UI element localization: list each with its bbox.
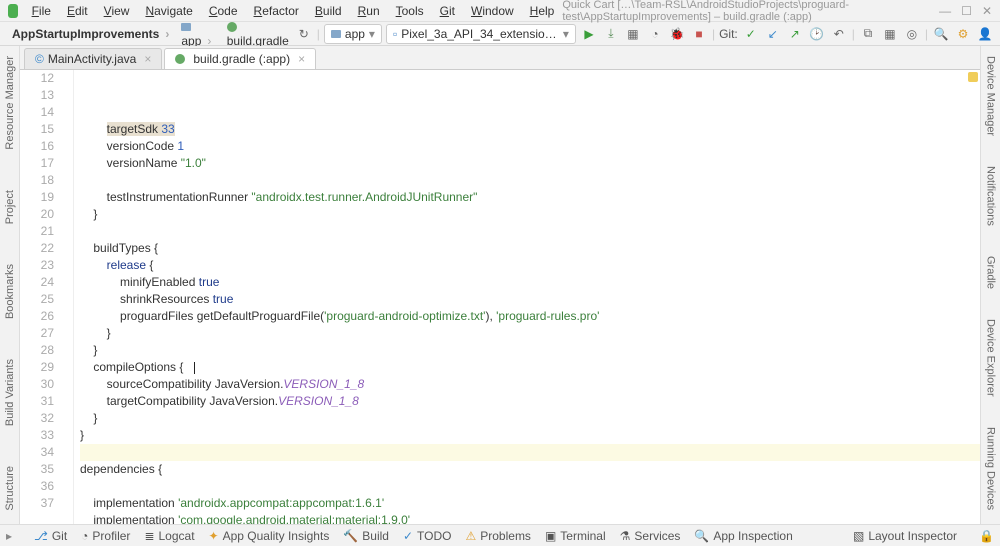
- menu-build[interactable]: Build: [307, 2, 350, 20]
- right-tool-strip: Device Manager Notifications Gradle Devi…: [980, 46, 1000, 524]
- nav-toolbar: AppStartupImprovements app build.gradle …: [0, 22, 1000, 46]
- settings-icon[interactable]: ⚙: [954, 25, 972, 43]
- line-gutter: 1213141516171819202122232425262728293031…: [20, 70, 62, 524]
- menu-window[interactable]: Window: [463, 2, 522, 20]
- folder-icon: [181, 23, 191, 31]
- menu-edit[interactable]: Edit: [59, 2, 96, 20]
- sb-todo[interactable]: ✓TODO: [403, 529, 452, 543]
- module-selector[interactable]: app▾: [324, 24, 382, 44]
- sb-inspect[interactable]: 🔍App Inspection: [694, 529, 792, 543]
- sb-git[interactable]: ⎇Git: [34, 529, 67, 543]
- stop-button[interactable]: ■: [690, 25, 708, 43]
- avatar-icon[interactable]: 👤: [976, 25, 994, 43]
- close-icon[interactable]: ×: [298, 52, 305, 66]
- tool-resource-manager[interactable]: Resource Manager: [4, 56, 16, 150]
- tool-structure[interactable]: Structure: [4, 466, 16, 511]
- tab-main-activity[interactable]: ©MainActivity.java×: [24, 48, 162, 69]
- git-push-icon[interactable]: ↗: [786, 25, 804, 43]
- lock-icon[interactable]: 🔒: [979, 529, 994, 543]
- code-editor[interactable]: 1213141516171819202122232425262728293031…: [20, 70, 980, 524]
- tool-device-explorer[interactable]: Device Explorer: [985, 319, 997, 397]
- tool-running-devices[interactable]: Running Devices: [985, 427, 997, 510]
- attach-button[interactable]: 🐞: [668, 25, 686, 43]
- tool-notifications[interactable]: Notifications: [985, 166, 997, 226]
- editor-tabs: ©MainActivity.java× build.gradle (:app)×: [20, 46, 980, 70]
- sync-icon[interactable]: ↻: [295, 25, 313, 43]
- sb-build[interactable]: 🔨Build: [343, 529, 389, 543]
- tab-build-gradle[interactable]: build.gradle (:app)×: [164, 48, 316, 69]
- git-history-icon[interactable]: 🕑: [808, 25, 826, 43]
- menu-tools[interactable]: Tools: [388, 2, 432, 20]
- sb-terminal[interactable]: ▣Terminal: [545, 529, 606, 543]
- menu-git[interactable]: Git: [432, 2, 463, 20]
- window-title: Quick Cart […\Team-RSL\AndroidStudioProj…: [562, 0, 929, 23]
- git-pull-icon[interactable]: ↙: [764, 25, 782, 43]
- sb-layout-inspector[interactable]: ▧Layout Inspector: [853, 529, 957, 543]
- menu-file[interactable]: File: [24, 2, 59, 20]
- menu-run[interactable]: Run: [350, 2, 388, 20]
- tool-gradle[interactable]: Gradle: [985, 256, 997, 289]
- code-area[interactable]: targetSdk 33 versionCode 1 versionName "…: [74, 70, 980, 524]
- layers-icon[interactable]: ⧉: [859, 25, 877, 43]
- crumb-module[interactable]: app: [175, 18, 220, 50]
- gradle-icon: [227, 22, 237, 32]
- minimize-icon[interactable]: —: [939, 4, 951, 18]
- sb-problems[interactable]: ⚠Problems: [465, 529, 530, 543]
- sb-profiler[interactable]: ◔Profiler: [81, 529, 130, 543]
- menu-help[interactable]: Help: [522, 2, 563, 20]
- close-icon[interactable]: ✕: [982, 4, 992, 18]
- tool-windows-icon[interactable]: ▸: [6, 529, 20, 543]
- sb-logcat[interactable]: ≣Logcat: [144, 529, 194, 543]
- device-selector[interactable]: ▫Pixel_3a_API_34_extension_level_7_x86…▾: [386, 24, 576, 44]
- tool-project[interactable]: Project: [4, 190, 16, 224]
- menu-view[interactable]: View: [96, 2, 138, 20]
- git-revert-icon[interactable]: ↶: [830, 25, 848, 43]
- tool-bookmarks[interactable]: Bookmarks: [4, 264, 16, 319]
- git-update-icon[interactable]: ✓: [742, 25, 760, 43]
- coverage-button[interactable]: ▦: [624, 25, 642, 43]
- sb-quality[interactable]: ✦App Quality Insights: [209, 529, 330, 543]
- tool-build-variants[interactable]: Build Variants: [4, 359, 16, 426]
- crumb-project[interactable]: AppStartupImprovements: [6, 25, 175, 43]
- sb-services[interactable]: ⚗Services: [620, 529, 681, 543]
- warning-indicator[interactable]: [968, 72, 978, 82]
- git-label: Git:: [719, 27, 738, 41]
- close-icon[interactable]: ×: [144, 52, 151, 66]
- grid-icon[interactable]: ▦: [881, 25, 899, 43]
- debug-button[interactable]: ⤓: [602, 25, 620, 43]
- app-icon: [8, 4, 18, 18]
- search-icon[interactable]: 🔍: [932, 25, 950, 43]
- status-bar: ▸ ⎇Git ◔Profiler ≣Logcat ✦App Quality In…: [0, 524, 1000, 546]
- fold-gutter[interactable]: [62, 70, 74, 524]
- menu-bar: File Edit View Navigate Code Refactor Bu…: [0, 0, 1000, 22]
- left-tool-strip: Resource Manager Project Bookmarks Build…: [0, 46, 20, 524]
- profile-button[interactable]: ◔: [646, 25, 664, 43]
- crumb-file[interactable]: build.gradle: [221, 18, 295, 50]
- run-button[interactable]: ▶: [580, 25, 598, 43]
- target-icon[interactable]: ◎: [903, 25, 921, 43]
- maximize-icon[interactable]: ☐: [961, 4, 972, 18]
- tool-device-manager[interactable]: Device Manager: [985, 56, 997, 136]
